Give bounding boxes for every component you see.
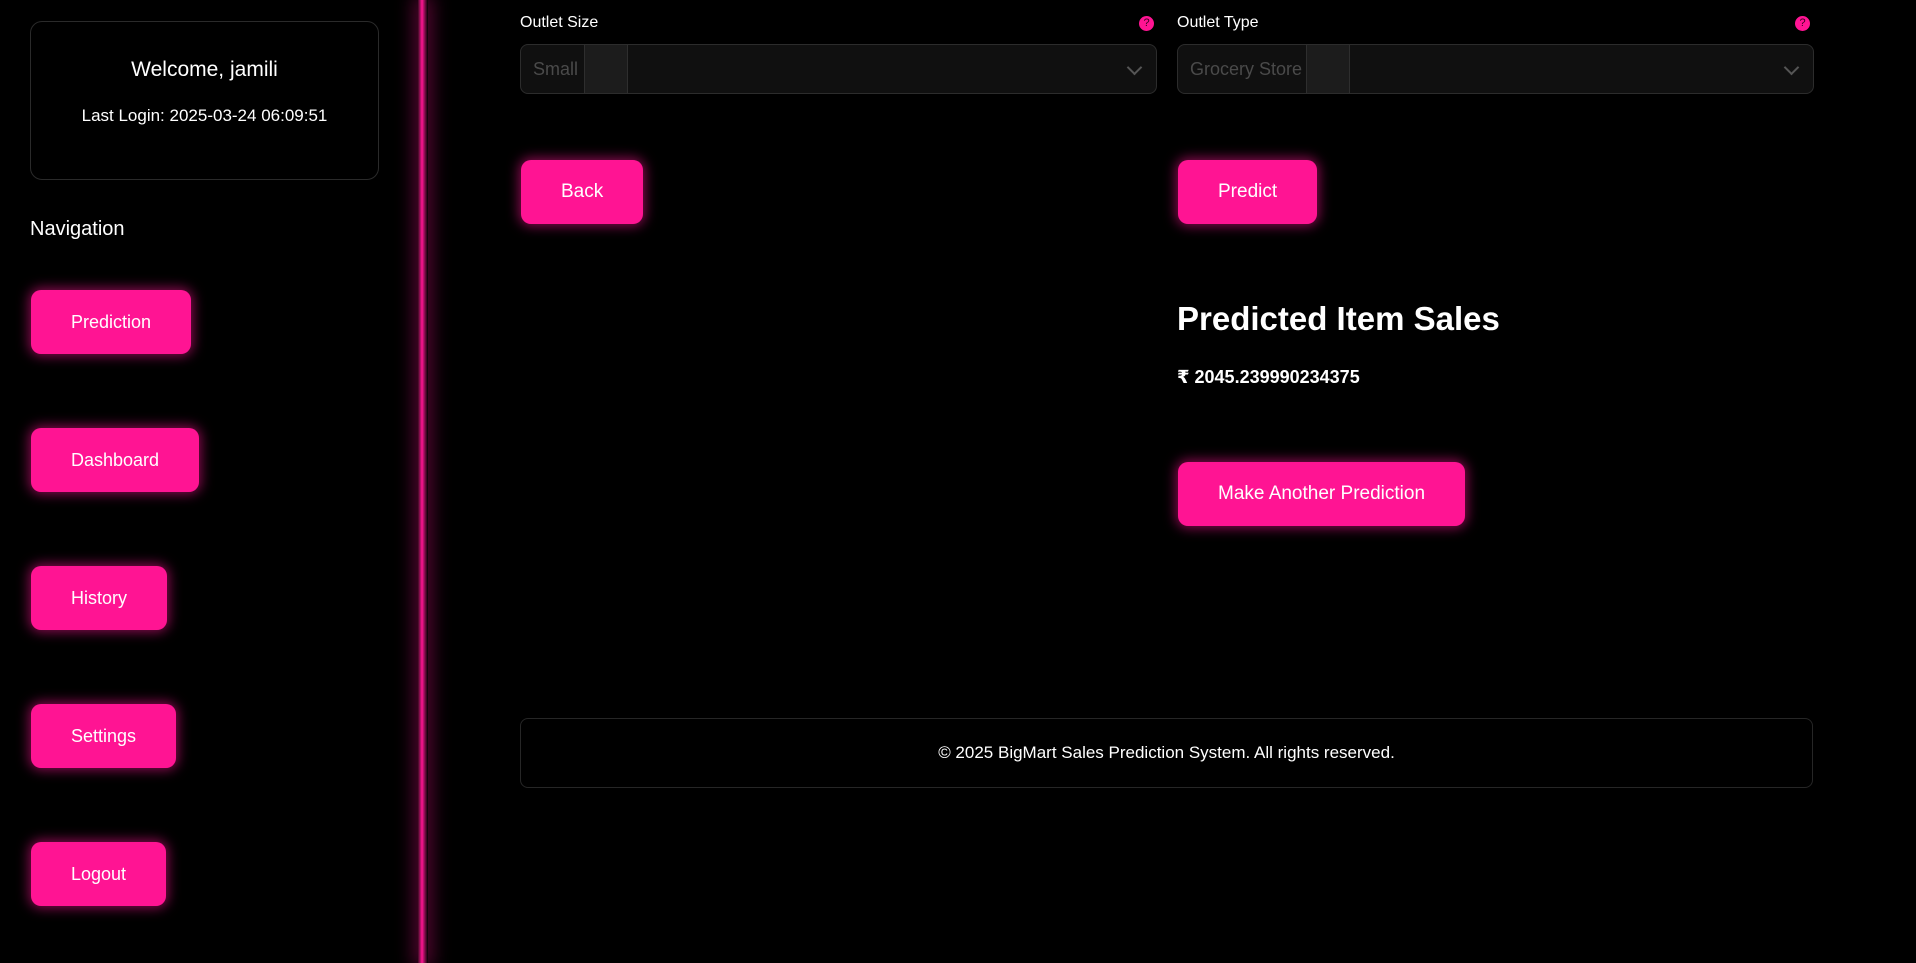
chevron-down-icon — [1783, 59, 1800, 76]
outlet-type-input-chip — [1306, 45, 1350, 93]
back-button[interactable]: Back — [521, 160, 644, 224]
make-another-prediction-button[interactable]: Make Another Prediction — [1178, 462, 1466, 526]
predicted-sales-value: ₹ 2045.239990234375 — [1177, 367, 1360, 387]
outlet-size-input-chip — [584, 45, 628, 93]
sidebar-divider — [418, 0, 428, 963]
result-title: Predicted Item Sales — [1177, 300, 1500, 337]
nav-dashboard-button[interactable]: Dashboard — [31, 428, 200, 492]
welcome-title: Welcome, jamili — [131, 58, 278, 81]
nav-prediction-button[interactable]: Prediction — [31, 290, 192, 354]
outlet-type-help-icon[interactable]: ? — [1795, 16, 1810, 31]
predict-button[interactable]: Predict — [1178, 160, 1318, 224]
nav-history-button[interactable]: History — [31, 566, 168, 630]
outlet-type-value: Grocery Store — [1190, 59, 1303, 79]
last-login-text: Last Login: 2025-03-24 06:09:51 — [81, 106, 328, 125]
sidebar: Welcome, jamili Last Login: 2025-03-24 0… — [0, 0, 418, 963]
outlet-size-value: Small — [533, 59, 579, 79]
footer: © 2025 BigMart Sales Prediction System. … — [520, 718, 1813, 788]
nav-logout-button[interactable]: Logout — [31, 842, 167, 906]
outlet-size-label: Outlet Size — [520, 14, 599, 31]
main-content: Outlet Size ? Small Outlet Type ? Grocer… — [520, 0, 1814, 963]
outlet-type-label: Outlet Type — [1177, 14, 1259, 31]
nav-settings-button[interactable]: Settings — [31, 704, 177, 768]
navigation-heading: Navigation — [30, 218, 125, 240]
outlet-size-select[interactable]: Small — [520, 44, 1157, 94]
outlet-type-select[interactable]: Grocery Store — [1177, 44, 1814, 94]
chevron-down-icon — [1126, 59, 1143, 76]
welcome-card: Welcome, jamili Last Login: 2025-03-24 0… — [30, 21, 379, 180]
footer-text: © 2025 BigMart Sales Prediction System. … — [938, 743, 1395, 762]
outlet-size-help-icon[interactable]: ? — [1139, 16, 1154, 31]
